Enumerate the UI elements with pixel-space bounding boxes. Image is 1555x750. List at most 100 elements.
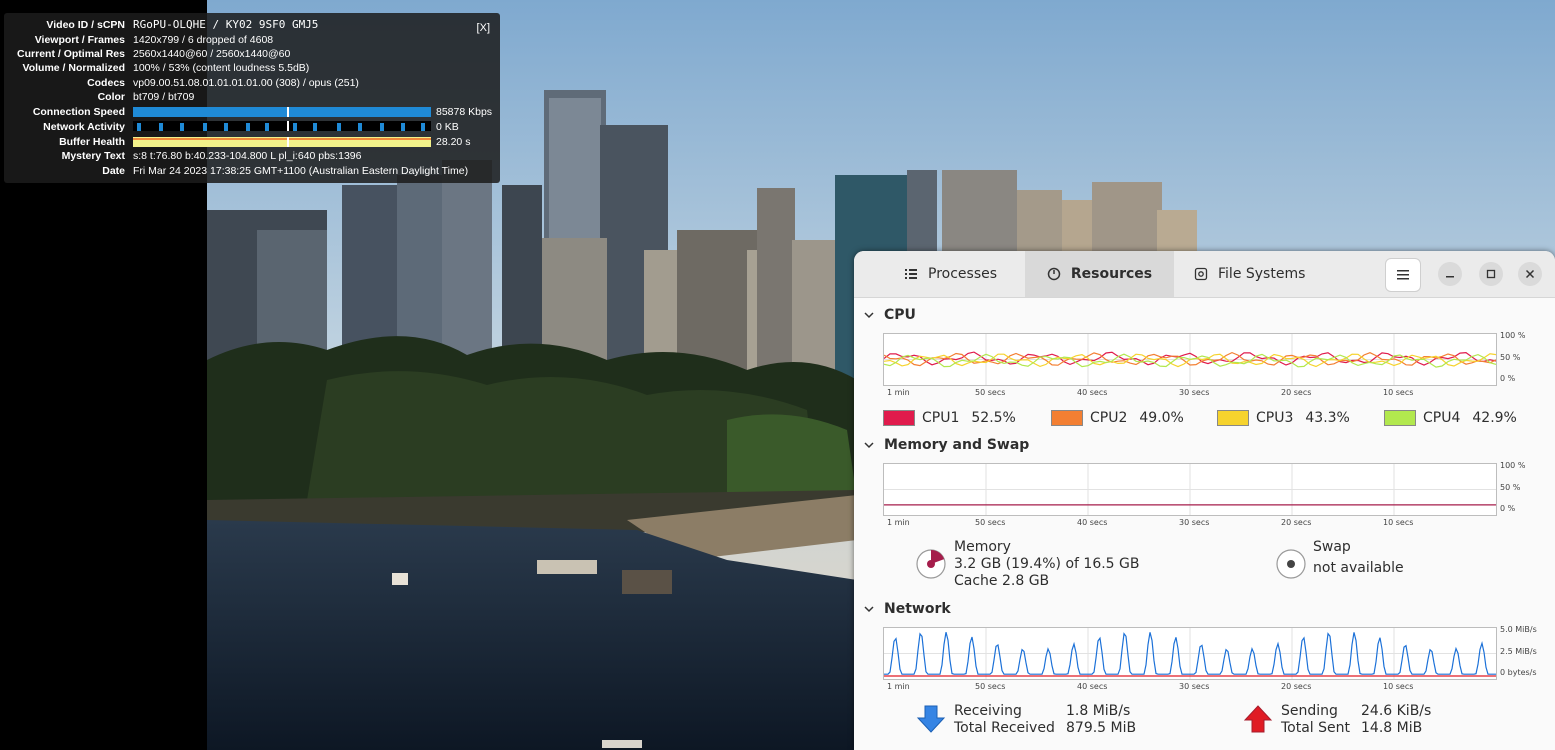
cpu4-legend: CPU4 42.9% [1384, 409, 1517, 427]
menu-button[interactable] [1385, 258, 1421, 292]
swap-info: Swap not available [1313, 539, 1404, 577]
total-sent-label: Total Sent [1281, 720, 1351, 736]
stats-label: Viewport / Frames [34, 34, 125, 46]
x-tick-label: 10 secs [1383, 682, 1414, 691]
cpu-section-header[interactable]: CPU [864, 306, 916, 324]
gauge-icon [1047, 267, 1061, 281]
cpu-percent: 43.3% [1305, 410, 1350, 426]
stats-value: 2560x1440@60 / 2560x1440@60 [133, 48, 291, 60]
total-sent-value: 14.8 MiB [1361, 720, 1423, 736]
x-tick-label: 20 secs [1281, 388, 1312, 397]
x-tick-label: 20 secs [1281, 682, 1312, 691]
swap-pie-icon[interactable] [1275, 548, 1307, 580]
stats-value: 0 KB [436, 121, 459, 133]
y-tick-label: 50 % [1500, 483, 1521, 492]
y-tick-label: 0 % [1500, 504, 1516, 513]
swap-label: Swap [1313, 539, 1351, 555]
tab-label: File Systems [1218, 266, 1306, 282]
tab-label: Processes [928, 266, 998, 282]
memory-info: Memory 3.2 GB (19.4%) of 16.5 GB Cache 2… [954, 539, 1140, 590]
memory-pie-icon[interactable] [915, 548, 947, 580]
cpu-name: CPU2 [1090, 410, 1128, 426]
section-title: Memory and Swap [884, 437, 1030, 453]
x-tick-label: 30 secs [1179, 682, 1210, 691]
cpu3-legend: CPU3 43.3% [1217, 409, 1350, 427]
tab-resources[interactable]: Resources [1025, 251, 1174, 297]
y-tick-label: 0 % [1500, 374, 1516, 383]
receiving-label: Receiving [954, 703, 1022, 719]
maximize-button[interactable] [1479, 262, 1503, 286]
stats-label: Date [102, 165, 125, 177]
tab-label: Resources [1070, 266, 1153, 282]
stats-label: Connection Speed [32, 106, 125, 118]
cache-value: Cache 2.8 GB [954, 573, 1050, 589]
minimize-icon [1446, 276, 1454, 278]
stats-label: Current / Optimal Res [17, 48, 125, 60]
x-tick-label: 40 secs [1077, 518, 1108, 527]
stats-value: 1420x799 / 6 dropped of 4608 [133, 34, 274, 46]
x-tick-label: 10 secs [1383, 518, 1414, 527]
chevron-down-icon [864, 606, 874, 613]
y-tick-label: 0 bytes/s [1500, 668, 1537, 677]
x-tick-label: 50 secs [975, 518, 1006, 527]
minimize-button[interactable] [1438, 262, 1462, 286]
section-title: Network [884, 601, 951, 617]
x-tick-label: 30 secs [1179, 388, 1210, 397]
cpu2-legend: CPU2 49.0% [1051, 409, 1184, 427]
cpu-x-axis: 1 min 50 secs 40 secs 30 secs 20 secs 10… [883, 388, 1495, 398]
disk-icon [1194, 267, 1208, 281]
section-title: CPU [884, 307, 916, 323]
sending-arrow-icon[interactable] [1243, 704, 1273, 734]
network-x-axis: 1 min 50 secs 40 secs 30 secs 20 secs 10… [883, 682, 1495, 692]
cpu3-color-swatch[interactable] [1217, 410, 1249, 426]
stats-value: 28.20 s [436, 136, 471, 148]
maximize-icon [1486, 269, 1496, 279]
stats-label: Mystery Text [61, 150, 125, 162]
memory-value: 3.2 GB (19.4%) of 16.5 GB [954, 556, 1140, 572]
x-tick-label: 50 secs [975, 388, 1006, 397]
network-history-plot [884, 628, 1496, 679]
sending-info: Sending Total Sent [1281, 703, 1350, 737]
tab-processes[interactable]: Processes [886, 251, 1015, 297]
system-monitor-window: Processes Resources File Systems CPU 100… [854, 251, 1555, 750]
sending-label: Sending [1281, 703, 1338, 719]
stats-value: 100% / 53% (content loudness 5.5dB) [133, 62, 310, 74]
network-section-header[interactable]: Network [864, 600, 951, 618]
stats-close-button[interactable]: [X] [477, 22, 490, 34]
stats-row-buffer-health: Buffer Health 28.20 s [4, 135, 500, 149]
connection-speed-bar [133, 107, 431, 117]
x-tick-label: 1 min [887, 518, 910, 527]
y-tick-label: 100 % [1500, 461, 1526, 470]
stats-label: Volume / Normalized [22, 62, 126, 74]
swap-value: not available [1313, 560, 1404, 576]
sending-values: 24.6 KiB/s 14.8 MiB [1361, 703, 1431, 737]
stats-value: Fri Mar 24 2023 17:38:25 GMT+1100 (Austr… [133, 165, 469, 177]
stats-value: RGoPU-OLQHE / KY02 9SF0 GMJ5 [133, 18, 319, 31]
cpu1-color-swatch[interactable] [883, 410, 915, 426]
network-activity-bar [133, 121, 431, 131]
cpu-name: CPU3 [1256, 410, 1294, 426]
x-tick-label: 40 secs [1077, 682, 1108, 691]
stats-label: Video ID / sCPN [46, 19, 125, 31]
receiving-info: Receiving Total Received [954, 703, 1055, 737]
receiving-value: 1.8 MiB/s [1066, 703, 1131, 719]
buffer-health-bar [133, 137, 431, 147]
memory-section-header[interactable]: Memory and Swap [864, 436, 1029, 454]
stats-value: s:8 t:76.80 b:40.233-104.800 L pl_i:640 … [133, 150, 362, 162]
chevron-down-icon [864, 442, 874, 449]
stats-label: Codecs [87, 77, 125, 89]
stats-label: Buffer Health [59, 136, 125, 148]
cpu1-legend: CPU1 52.5% [883, 409, 1016, 427]
receiving-arrow-icon[interactable] [916, 704, 946, 734]
cpu-name: CPU1 [922, 410, 960, 426]
cpu4-color-swatch[interactable] [1384, 410, 1416, 426]
total-received-value: 879.5 MiB [1066, 720, 1137, 736]
tab-file-systems[interactable]: File Systems [1194, 251, 1305, 297]
x-tick-label: 1 min [887, 388, 910, 397]
stats-label: Network Activity [43, 121, 125, 133]
cpu-history-graph [883, 333, 1497, 386]
stats-row-connection-speed: Connection Speed 85878 Kbps [4, 105, 500, 119]
x-tick-label: 1 min [887, 682, 910, 691]
cpu2-color-swatch[interactable] [1051, 410, 1083, 426]
close-button[interactable] [1518, 262, 1542, 286]
